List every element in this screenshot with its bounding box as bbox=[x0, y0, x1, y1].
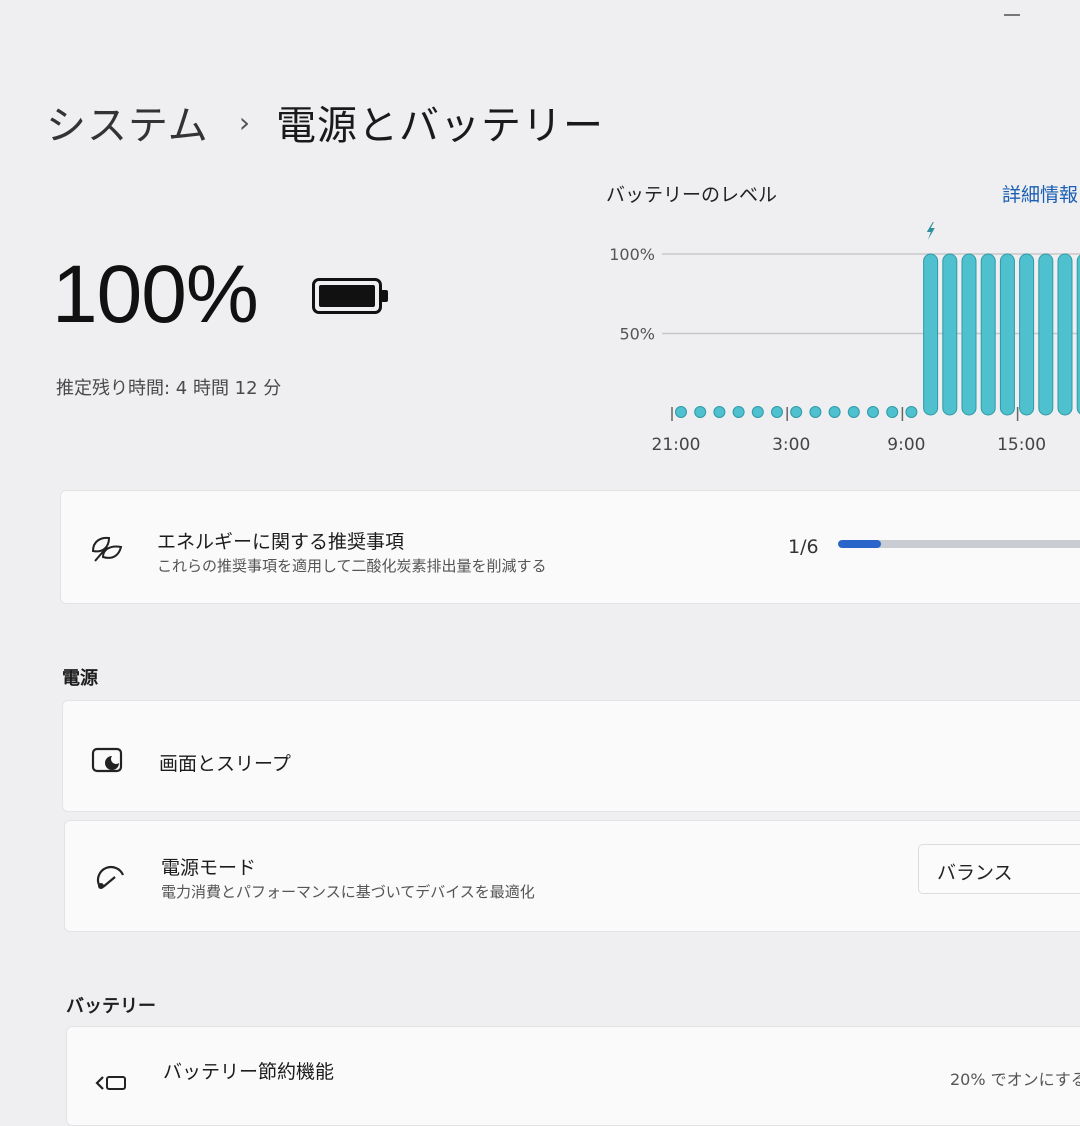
power-mode-description: 電力消費とパフォーマンスに基づいてデバイスを最適化 bbox=[161, 883, 535, 901]
recommendation-progress-count: 1/6 bbox=[788, 536, 819, 558]
energy-card-title: エネルギーに関する推奨事項 bbox=[157, 531, 405, 553]
battery-level-bar bbox=[923, 253, 939, 416]
battery-fill bbox=[319, 285, 375, 307]
battery-saver-threshold: 20% でオンにする bbox=[950, 1070, 1080, 1089]
battery-level-bar bbox=[1057, 253, 1073, 416]
battery-level-dot bbox=[694, 406, 707, 418]
details-link[interactable]: 詳細情報 bbox=[1002, 180, 1078, 207]
battery-level-dot bbox=[886, 406, 899, 418]
battery-level-chart[interactable]: 100% 50% 21:00 3:00 9:00 15:00 bbox=[600, 210, 1080, 470]
estimated-remaining-time: 推定残り時間: 4 時間 12 分 bbox=[56, 378, 282, 399]
battery-level-dot bbox=[675, 406, 687, 418]
battery-section-heading: バッテリー bbox=[66, 996, 156, 1017]
battery-tip bbox=[382, 290, 388, 302]
gauge-icon bbox=[96, 865, 125, 889]
battery-level-dot bbox=[847, 406, 860, 418]
battery-level-dot bbox=[771, 406, 783, 418]
battery-saver-icon bbox=[95, 1076, 126, 1090]
battery-level-dot bbox=[751, 406, 764, 418]
power-section-heading: 電源 bbox=[62, 668, 98, 689]
battery-level-dot bbox=[732, 406, 745, 418]
x-tick-label: 15:00 bbox=[997, 435, 1046, 455]
x-tick-label: 9:00 bbox=[887, 435, 925, 455]
y-tick-label: 100% bbox=[609, 245, 655, 264]
x-tick-label: 3:00 bbox=[772, 435, 810, 455]
battery-full-icon bbox=[312, 278, 388, 314]
battery-level-dot bbox=[828, 406, 841, 418]
recommendation-progress-fill bbox=[838, 540, 882, 548]
chart-title: バッテリーのレベル bbox=[606, 184, 778, 206]
minimize-icon[interactable] bbox=[1004, 14, 1020, 16]
recommendation-progress-bar bbox=[838, 540, 1080, 548]
breadcrumb: システム › 電源とバッテリー bbox=[46, 92, 604, 152]
battery-saver-card[interactable]: バッテリー節約機能 bbox=[66, 1026, 1080, 1126]
power-mode-title: 電源モード bbox=[161, 857, 257, 879]
battery-level-bar bbox=[999, 253, 1015, 416]
battery-level-dot bbox=[790, 406, 803, 418]
screen-sleep-icon bbox=[91, 747, 123, 773]
battery-level-bar bbox=[942, 253, 958, 416]
energy-card-description: これらの推奨事項を適用して二酸化炭素排出量を削減する bbox=[157, 557, 547, 575]
screen-and-sleep-card[interactable]: 画面とスリープ bbox=[62, 700, 1080, 812]
battery-level-dot bbox=[809, 406, 822, 418]
breadcrumb-separator: › bbox=[238, 105, 251, 139]
screen-and-sleep-title: 画面とスリープ bbox=[159, 753, 291, 775]
battery-level-bar bbox=[1019, 253, 1035, 416]
battery-level-bar bbox=[1038, 253, 1054, 416]
breadcrumb-system-link[interactable]: システム bbox=[46, 93, 209, 151]
page-title: 電源とバッテリー bbox=[276, 103, 605, 149]
power-mode-select[interactable]: バランス bbox=[918, 844, 1080, 894]
power-mode-selected-value: バランス bbox=[937, 862, 1013, 884]
battery-level-bar bbox=[980, 253, 996, 416]
leaf-icon bbox=[91, 536, 123, 562]
battery-percentage: 100% bbox=[52, 249, 259, 340]
battery-level-dot bbox=[713, 406, 726, 418]
x-tick-label: 21:00 bbox=[652, 435, 701, 455]
battery-level-dot bbox=[905, 406, 918, 418]
battery-level-bar bbox=[961, 253, 977, 416]
lightning-icon bbox=[926, 222, 935, 240]
battery-level-dot bbox=[867, 406, 879, 418]
y-tick-label: 50% bbox=[619, 325, 655, 344]
